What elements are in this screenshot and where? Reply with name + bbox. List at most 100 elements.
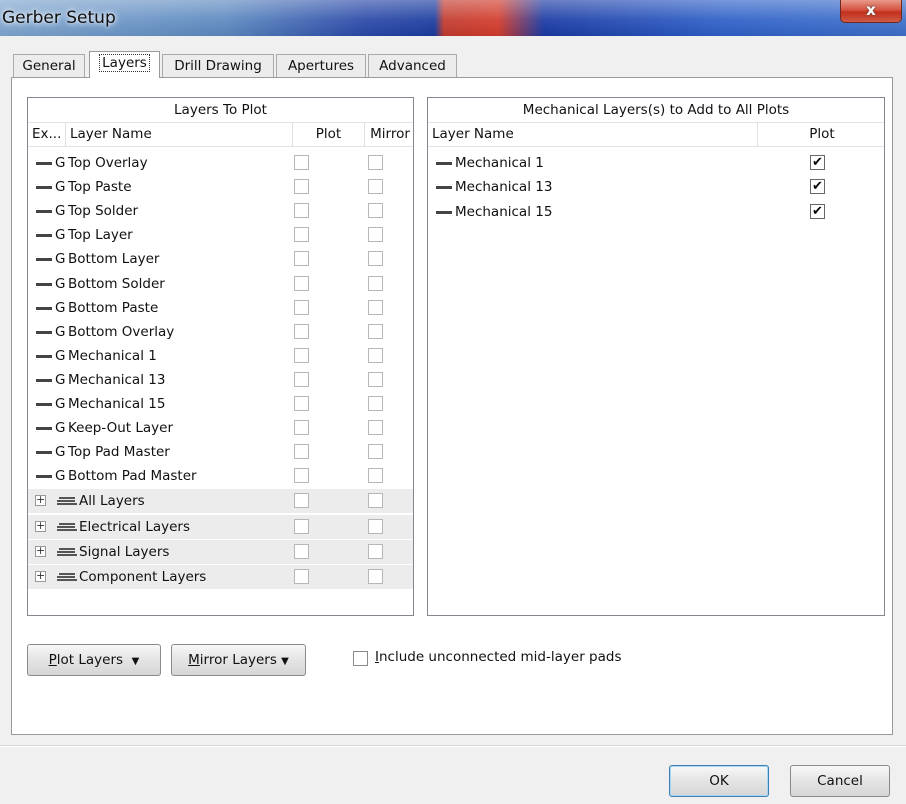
mechanical-plot-checkbox[interactable] xyxy=(810,175,825,199)
mirror-checkbox[interactable] xyxy=(368,203,383,219)
layer-row[interactable]: G Top Paste xyxy=(28,175,413,199)
plot-checkbox[interactable] xyxy=(294,155,309,170)
col-header-mirror[interactable]: Mirror xyxy=(365,122,413,146)
plot-checkbox[interactable] xyxy=(294,371,309,387)
mirror-checkbox[interactable] xyxy=(368,179,383,195)
title-bar: Gerber Setup x xyxy=(0,0,906,36)
plot-checkbox[interactable] xyxy=(294,493,309,509)
layer-name: Bottom Layer xyxy=(68,251,160,268)
plot-checkbox[interactable] xyxy=(294,420,309,436)
plot-layers-button[interactable]: Plot Layers ▼ xyxy=(27,644,161,676)
layer-gerber-tag: G xyxy=(55,323,66,340)
tab-advanced[interactable]: Advanced xyxy=(368,54,457,77)
plot-checkbox[interactable] xyxy=(294,203,309,219)
mirror-checkbox[interactable] xyxy=(368,275,383,291)
tab-drill-drawing[interactable]: Drill Drawing xyxy=(162,54,274,77)
layer-stack-icon xyxy=(57,573,77,583)
expand-icon[interactable]: + xyxy=(35,545,46,557)
plot-checkbox[interactable] xyxy=(294,396,309,411)
expand-icon[interactable]: + xyxy=(35,494,46,507)
layer-name: Mechanical 13 xyxy=(68,371,166,388)
mirror-layers-accel: M xyxy=(188,652,200,668)
layer-name: Mechanical 15 xyxy=(68,396,166,412)
mirror-checkbox[interactable] xyxy=(368,420,383,436)
include-unconnected-label[interactable]: Include unconnected mid-layer pads xyxy=(375,649,621,665)
tab-layers[interactable]: Layers xyxy=(89,51,160,78)
mechanical-layer-name: Mechanical 13 xyxy=(455,179,553,196)
layer-row[interactable]: G Top Pad Master xyxy=(28,440,413,464)
plot-checkbox[interactable] xyxy=(294,323,309,339)
plot-checkbox[interactable] xyxy=(294,468,309,484)
mirror-checkbox[interactable] xyxy=(368,347,383,363)
plot-checkbox[interactable] xyxy=(294,569,309,585)
layer-row[interactable]: G Top Solder xyxy=(28,199,413,223)
mirror-checkbox[interactable] xyxy=(368,569,383,585)
plot-checkbox[interactable] xyxy=(294,251,309,267)
expand-icon[interactable]: + xyxy=(35,570,46,583)
layer-row[interactable]: G Mechanical 15 xyxy=(28,392,413,416)
col-header-layer-name[interactable]: Layer Name xyxy=(66,122,293,146)
layer-row[interactable]: G Top Layer xyxy=(28,223,413,247)
mechanical-layers-panel: Mechanical Layers(s) to Add to All Plots… xyxy=(427,97,885,616)
mechanical-plot-checkbox[interactable] xyxy=(810,200,825,224)
layer-group-row[interactable]: + Component Layers xyxy=(28,565,413,590)
mirror-checkbox[interactable] xyxy=(368,444,383,460)
mechanical-layer-name: Mechanical 15 xyxy=(455,203,553,220)
layer-row[interactable]: G Bottom Layer xyxy=(28,247,413,271)
layer-row[interactable]: G Mechanical 13 xyxy=(28,368,413,392)
layer-group-row[interactable]: + Electrical Layers xyxy=(28,514,413,539)
layer-row[interactable]: G Bottom Overlay xyxy=(28,320,413,344)
mirror-checkbox[interactable] xyxy=(368,155,383,170)
mech-col-header-plot[interactable]: Plot xyxy=(758,122,884,146)
layer-color-icon xyxy=(436,210,452,214)
ok-button[interactable]: OK xyxy=(669,765,769,797)
mirror-checkbox[interactable] xyxy=(368,227,383,243)
mechanical-layer-row[interactable]: Mechanical 13 xyxy=(428,175,884,199)
layer-group-row[interactable]: + All Layers xyxy=(28,489,413,514)
layer-group-row[interactable]: + Signal Layers xyxy=(28,540,413,564)
tab-layers-label: Layers xyxy=(99,54,150,72)
col-header-plot[interactable]: Plot xyxy=(293,122,365,146)
mirror-checkbox[interactable] xyxy=(368,371,383,387)
plot-checkbox[interactable] xyxy=(294,275,309,291)
layer-name: Top Pad Master xyxy=(68,444,170,461)
mirror-checkbox[interactable] xyxy=(368,299,383,315)
mirror-checkbox[interactable] xyxy=(368,323,383,339)
include-unconnected-checkbox[interactable] xyxy=(353,651,368,666)
mirror-checkbox[interactable] xyxy=(368,251,383,267)
plot-checkbox[interactable] xyxy=(294,299,309,315)
tab-advanced-label: Advanced xyxy=(379,58,446,74)
tab-apertures[interactable]: Apertures xyxy=(276,54,366,77)
layer-stack-icon xyxy=(57,522,77,533)
layer-row[interactable]: G Bottom Paste xyxy=(28,296,413,320)
cancel-button[interactable]: Cancel xyxy=(790,765,890,797)
layer-gerber-tag: G xyxy=(55,420,66,437)
layer-color-icon xyxy=(36,186,52,190)
layer-row[interactable]: G Bottom Solder xyxy=(28,272,413,296)
plot-checkbox[interactable] xyxy=(294,179,309,195)
col-header-ext[interactable]: Ex... xyxy=(28,122,66,146)
plot-checkbox[interactable] xyxy=(294,347,309,363)
layer-row[interactable]: G Keep-Out Layer xyxy=(28,416,413,440)
mirror-checkbox[interactable] xyxy=(368,396,383,411)
mirror-checkbox[interactable] xyxy=(368,493,383,509)
close-button[interactable]: x xyxy=(840,0,902,23)
expand-icon[interactable]: + xyxy=(35,520,46,532)
mechanical-layer-row[interactable]: Mechanical 15 xyxy=(428,200,884,224)
plot-checkbox[interactable] xyxy=(294,444,309,460)
mirror-checkbox[interactable] xyxy=(368,518,383,534)
plot-checkbox[interactable] xyxy=(294,544,309,559)
plot-checkbox[interactable] xyxy=(294,518,309,534)
layer-row[interactable]: G Bottom Pad Master xyxy=(28,464,413,488)
plot-checkbox[interactable] xyxy=(294,227,309,243)
mechanical-plot-checkbox[interactable] xyxy=(810,151,825,175)
layer-group-name: Electrical Layers xyxy=(79,518,191,535)
layer-row[interactable]: G Mechanical 1 xyxy=(28,344,413,368)
mirror-layers-button[interactable]: Mirror Layers ▼ xyxy=(171,644,306,676)
mech-col-header-layer-name[interactable]: Layer Name xyxy=(428,122,758,146)
tab-general[interactable]: General xyxy=(13,54,85,77)
mirror-checkbox[interactable] xyxy=(368,544,383,559)
mechanical-layer-row[interactable]: Mechanical 1 xyxy=(428,151,884,175)
mirror-checkbox[interactable] xyxy=(368,468,383,484)
layer-row[interactable]: G Top Overlay xyxy=(28,151,413,175)
